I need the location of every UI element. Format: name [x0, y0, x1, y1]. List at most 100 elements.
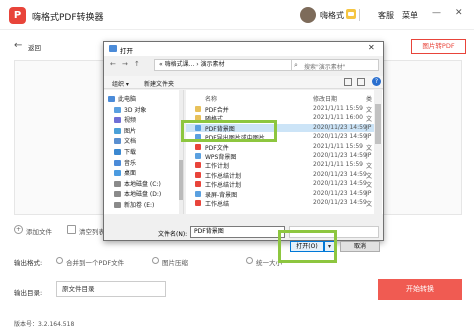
up-icon[interactable]: ↑	[134, 60, 140, 68]
cancel-button[interactable]: 取消	[340, 241, 380, 252]
tree-item[interactable]: 桌面	[114, 168, 136, 177]
view-options-icon[interactable]	[344, 78, 352, 86]
file-date: 2020/11/23 14:59	[313, 123, 367, 131]
file-type: JP	[366, 123, 372, 131]
tree-item-label: 图片	[124, 127, 137, 135]
drive-icon	[114, 149, 121, 155]
file-row[interactable]: 工作计划 2021/1/11 15:59 文	[186, 161, 374, 171]
app-logo: P	[9, 7, 26, 24]
back-button[interactable]: 返回	[28, 42, 41, 52]
image-icon	[195, 190, 201, 197]
file-type: 文	[366, 144, 373, 152]
preview-pane-icon[interactable]	[357, 78, 365, 86]
file-row[interactable]: WPS背景图 2020/11/23 14:59 JP	[186, 152, 374, 161]
uniform-size-radio[interactable]	[246, 257, 253, 264]
forward-icon[interactable]: →	[122, 60, 128, 68]
tree-item[interactable]: 3D 对象	[114, 105, 146, 114]
drive-icon	[114, 117, 121, 124]
menu-link[interactable]: 菜单	[402, 10, 418, 21]
file-type: 文	[366, 163, 373, 171]
dialog-close-icon[interactable]: ✕	[368, 43, 375, 52]
search-placeholder: 搜索"演示素材"	[304, 64, 346, 71]
compress-option-label[interactable]: 图片压缩	[162, 257, 188, 267]
column-name[interactable]: 名称	[205, 94, 217, 103]
file-date: 2021/1/11 16:00	[313, 114, 363, 122]
folder-icon	[109, 45, 117, 52]
search-icon: ⌕	[294, 61, 298, 69]
drive-icon	[114, 127, 121, 134]
compress-radio[interactable]	[152, 257, 159, 264]
tree-item-label: 音乐	[124, 159, 137, 167]
output-dir-select[interactable]: 原文件目录	[56, 281, 166, 297]
file-row[interactable]: 录屏-背景图 2020/11/23 14:59 JP	[186, 189, 374, 199]
file-type: JP	[366, 152, 372, 159]
new-folder-button[interactable]: 新建文件夹	[144, 79, 174, 88]
filename-input[interactable]: PDF背景图	[190, 226, 285, 238]
list-scroll-thumb[interactable]	[375, 104, 381, 144]
tree-item[interactable]: 本地磁盘 (C:)	[114, 179, 161, 188]
file-type: 文	[366, 107, 373, 114]
tree-item[interactable]: 新加卷 (E:)	[114, 200, 154, 209]
add-file-icon[interactable]: +	[14, 225, 23, 234]
highlight-open-button	[278, 230, 337, 263]
help-icon[interactable]: ?	[372, 77, 381, 86]
service-link[interactable]: 客服	[378, 10, 394, 21]
minimize-icon[interactable]: —	[432, 8, 441, 18]
drive-icon	[114, 106, 121, 113]
file-date: 2020/11/23 14:59	[313, 189, 367, 197]
tree-item[interactable]: 下载	[114, 147, 136, 156]
organize-menu[interactable]: 组织 ▾	[112, 79, 129, 88]
tree-scroll-thumb[interactable]	[179, 160, 183, 200]
tree-item-label: 视频	[124, 117, 137, 125]
drive-icon	[114, 159, 121, 166]
file-row[interactable]: PDF合并 2021/1/11 15:59 文	[186, 105, 374, 114]
file-name: 工作总结	[205, 201, 230, 208]
avatar[interactable]	[300, 7, 316, 23]
file-type: 文	[366, 116, 373, 124]
tree-item[interactable]: 此电脑	[108, 94, 136, 103]
back-icon[interactable]: ←	[110, 60, 116, 68]
file-date: 2020/11/23 14:59	[313, 133, 367, 141]
close-icon[interactable]: ✕	[455, 8, 463, 18]
search-input[interactable]: ⌕ 搜索"演示素材"	[291, 59, 379, 71]
vip-icon[interactable]	[346, 9, 356, 19]
tree-item[interactable]: 图片	[114, 126, 136, 135]
column-date[interactable]: 修改日期	[313, 94, 337, 103]
tree-item[interactable]: 文档	[114, 136, 136, 145]
tree-item[interactable]: 视频	[114, 115, 136, 124]
address-bar[interactable]: « 嗨格式课... › 演示素材	[154, 59, 294, 71]
filename-label: 文件名(N):	[158, 231, 188, 238]
pdf-icon	[195, 143, 201, 150]
file-row[interactable]: 工作总结计划 2020/11/23 14:59 文	[186, 180, 374, 189]
file-row[interactable]: 工作总结 2020/11/23 14:59 文	[186, 199, 374, 208]
image-to-pdf-button[interactable]: 图片转PDF	[411, 39, 466, 54]
file-type: JP	[366, 189, 372, 197]
pdf-icon	[195, 171, 201, 178]
tree-item-label: 3D 对象	[124, 106, 147, 114]
app-header: P 嗨格式PDF转换器 嗨格式 客服 菜单 — ✕	[0, 0, 474, 30]
computer-icon	[108, 96, 115, 102]
clear-list-icon[interactable]	[67, 225, 76, 234]
add-file-button[interactable]: 添加文件	[26, 226, 52, 236]
highlight-selected-file	[181, 120, 277, 142]
merge-option-label[interactable]: 合并到一个PDF文件	[66, 257, 124, 267]
file-row[interactable]: 工作总结计划 2020/11/23 14:59 文	[186, 171, 374, 180]
file-date: 2021/1/11 15:59	[313, 142, 363, 150]
file-date: 2021/1/11 15:59	[313, 161, 363, 169]
user-name[interactable]: 嗨格式	[320, 10, 344, 21]
drive-icon	[114, 202, 121, 208]
tree-item-label: 本地磁盘 (C:)	[124, 180, 161, 188]
output-dir-label: 输出目录:	[14, 289, 43, 297]
column-type[interactable]: 类	[366, 94, 372, 103]
dialog-titlebar: 打开 ✕	[104, 42, 383, 56]
merge-radio[interactable]	[56, 257, 63, 264]
start-convert-button[interactable]: 开始转换	[378, 279, 462, 300]
tree-item[interactable]: 本地磁盘 (D:)	[114, 189, 161, 198]
tree-item-label: 下载	[124, 149, 137, 156]
tree-item[interactable]: 音乐	[114, 158, 136, 167]
app-title: 嗨格式PDF转换器	[32, 13, 104, 23]
back-arrow-icon[interactable]: ←	[14, 40, 22, 51]
tree-item-label: 新加卷 (E:)	[124, 202, 155, 209]
clear-list-button[interactable]: 清空列表	[79, 226, 105, 236]
file-row[interactable]: PDF文件 2021/1/11 15:59 文	[186, 142, 374, 152]
